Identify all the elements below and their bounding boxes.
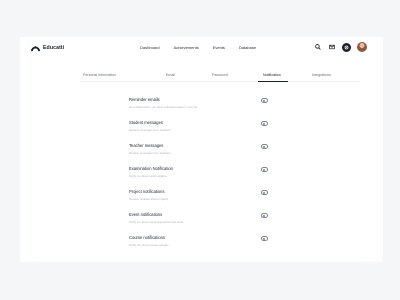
setting-row-examination-notification: Examination Notification Notify me about…	[129, 166, 269, 189]
logo-mark-icon	[31, 46, 40, 52]
setting-row-student-messages: Student messages Receive messages from s…	[129, 120, 269, 143]
reminder-emails-toggle[interactable]	[261, 98, 268, 103]
active-tab-indicator	[258, 81, 288, 82]
nav-item-database[interactable]: Database	[239, 45, 256, 50]
setting-title: Examination Notification	[129, 166, 173, 171]
setting-description: Receive messages from teachers	[129, 151, 171, 155]
setting-description: Notify me about exam updates	[129, 174, 167, 178]
setting-title: Student messages	[129, 120, 163, 125]
nav-item-achievements[interactable]: Achievements	[174, 45, 199, 50]
mail-icon[interactable]	[328, 43, 336, 51]
tab-email[interactable]: Email	[166, 73, 175, 77]
setting-row-project-notifications: Project notifications Receive updates ab…	[129, 189, 269, 212]
tab-password[interactable]: Password	[212, 73, 228, 77]
tab-integrations[interactable]: Integrations	[312, 73, 331, 77]
project-notifications-toggle[interactable]	[261, 190, 268, 195]
header-actions	[314, 42, 367, 52]
notification-settings-list: Reminder emails Get notified when you ha…	[129, 97, 269, 258]
search-icon[interactable]	[314, 43, 322, 51]
main-nav: Dashboard Achievements Events Database	[140, 45, 270, 50]
setting-row-reminder-emails: Reminder emails Get notified when you ha…	[129, 97, 269, 120]
app-name: Educatti	[43, 44, 65, 51]
logo[interactable]: Educatti	[31, 43, 64, 52]
tab-personal-information[interactable]: Personal Information	[83, 73, 116, 77]
setting-description: Receive updates about projects	[129, 197, 169, 201]
setting-row-teacher-messages: Teacher messages Receive messages from t…	[129, 143, 269, 166]
settings-tabs: Personal Information Email Password Noti…	[80, 71, 360, 82]
setting-title: Reminder emails	[129, 97, 160, 102]
examination-notification-toggle[interactable]	[261, 167, 268, 172]
setting-row-course-notifications: Course notifications Notify me about cou…	[129, 235, 269, 258]
setting-title: Teacher messages	[129, 143, 164, 148]
nav-item-events[interactable]: Events	[213, 45, 225, 50]
avatar[interactable]	[357, 42, 367, 52]
student-messages-toggle[interactable]	[261, 121, 268, 126]
event-notifications-toggle[interactable]	[261, 213, 268, 218]
course-notifications-toggle[interactable]	[261, 236, 268, 241]
gear-icon[interactable]	[342, 42, 351, 52]
setting-description: Notify me about upcoming events and news	[129, 220, 184, 224]
setting-title: Course notifications	[129, 235, 165, 240]
setting-title: Event notifications	[129, 212, 163, 217]
setting-description: Receive messages from students	[129, 128, 171, 132]
setting-row-event-notifications: Event notifications Notify me about upco…	[129, 212, 269, 235]
main-panel: Educatti Dashboard Achievements Events D…	[20, 37, 383, 262]
tab-notification[interactable]: Notification	[263, 73, 281, 77]
nav-item-dashboard[interactable]: Dashboard	[140, 45, 160, 50]
setting-description: Get notified when you have unfinished ta…	[129, 105, 198, 109]
setting-description: Notify me about course updates	[129, 243, 169, 247]
setting-title: Project notifications	[129, 189, 165, 194]
teacher-messages-toggle[interactable]	[261, 144, 268, 149]
